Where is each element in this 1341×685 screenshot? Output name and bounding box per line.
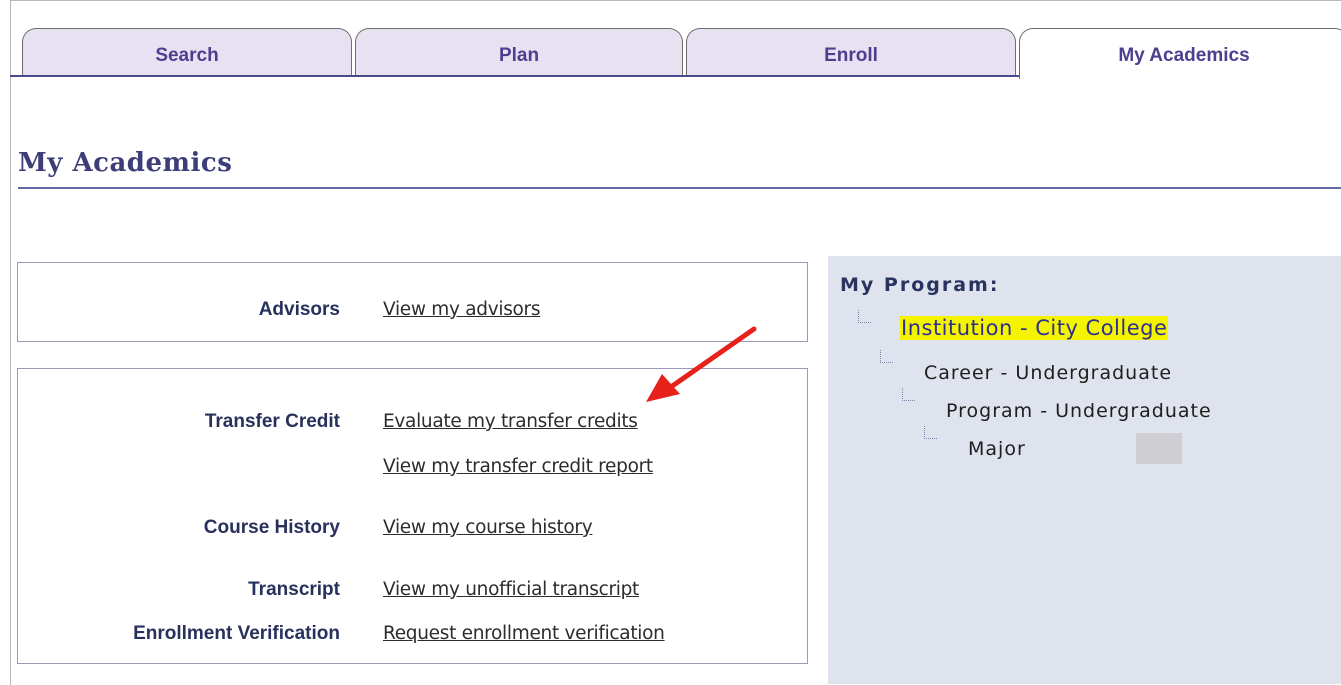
tree-connector-icon <box>902 388 915 401</box>
tab-plan[interactable]: Plan <box>355 28 683 75</box>
tree-node-institution[interactable]: Institution - City College <box>900 316 1169 340</box>
advisors-box: Advisors View my advisors <box>17 262 808 342</box>
tree-node-career[interactable]: Career - Undergraduate <box>924 362 1172 384</box>
evaluate-transfer-credits-link[interactable]: Evaluate my transfer credits <box>383 411 638 432</box>
tab-bar: Search Plan Enroll My Academics <box>10 28 1341 79</box>
transcript-label: Transcript <box>248 579 340 600</box>
academics-links-box: Transfer Credit Evaluate my transfer cre… <box>17 368 808 664</box>
tree-connector-icon <box>924 426 937 439</box>
advisors-label: Advisors <box>258 299 340 320</box>
tab-search[interactable]: Search <box>22 28 352 75</box>
enrollment-verification-label: Enrollment Verification <box>133 623 340 644</box>
course-history-label: Course History <box>203 517 340 538</box>
view-advisors-link[interactable]: View my advisors <box>383 299 541 320</box>
institution-label: Institution - City College <box>900 316 1169 340</box>
tree-node-major[interactable]: Major <box>968 438 1026 460</box>
tab-my-academics[interactable]: My Academics <box>1019 28 1341 79</box>
title-divider <box>18 187 1341 189</box>
my-program-title: My Program: <box>840 274 1000 296</box>
page-title: My Academics <box>18 148 233 178</box>
transfer-credit-label: Transfer Credit <box>204 411 340 432</box>
enrollment-verification-link[interactable]: Request enrollment verification <box>383 623 665 644</box>
my-program-panel: My Program: Institution - City College C… <box>828 256 1341 684</box>
tree-connector-icon <box>858 310 871 323</box>
transfer-credit-report-link[interactable]: View my transfer credit report <box>383 456 653 477</box>
tree-connector-icon <box>880 350 893 363</box>
course-history-link[interactable]: View my course history <box>383 517 593 538</box>
redacted-major-value <box>1136 433 1182 464</box>
tab-enroll[interactable]: Enroll <box>686 28 1016 75</box>
unofficial-transcript-link[interactable]: View my unofficial transcript <box>383 579 639 600</box>
tree-node-program[interactable]: Program - Undergraduate <box>946 400 1212 422</box>
